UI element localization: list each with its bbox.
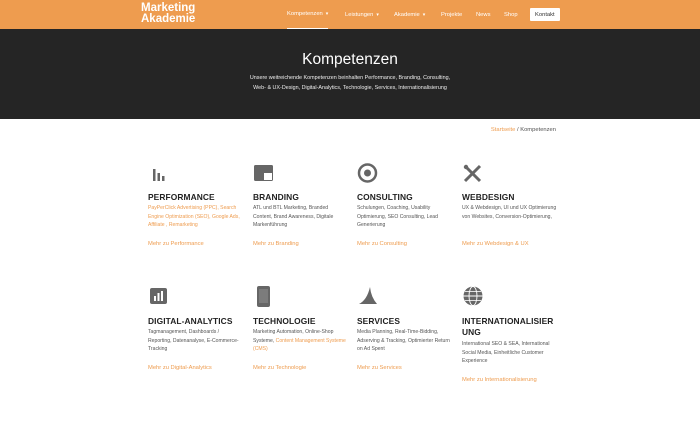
card-title: DIGITAL-ANALYTICS xyxy=(148,316,233,326)
globe-icon xyxy=(462,285,484,307)
top-navigation-bar: Marketing Akademie Kompetenzen ▾ Leistun… xyxy=(0,0,700,29)
card-title: INTERNATIONALISIER UNG xyxy=(462,316,553,338)
page-title: Kompetenzen xyxy=(302,51,398,68)
card-description: International SEO & SEA, International S… xyxy=(462,340,557,366)
nav-item-leistungen[interactable]: Leistungen ▾ xyxy=(345,0,379,29)
logo-line-2: Akademie xyxy=(141,13,196,25)
target-icon xyxy=(357,163,379,185)
card-more-link[interactable]: Mehr zu Consulting xyxy=(357,241,407,247)
breadcrumb-current: Kompetenzen xyxy=(520,127,556,133)
card-description: UX & Webdesign, UI und UX Optimierung vo… xyxy=(462,204,557,221)
mobile-icon xyxy=(253,285,275,307)
card-digital-analytics: DIGITAL-ANALYTICS Tagmanagement, Dashboa… xyxy=(148,285,243,385)
card-consulting: CONSULTING Schulungen, Coaching, Usabili… xyxy=(357,163,452,263)
hero-subtitle-line-1: Unsere weitreichende Kompetenzen beinhal… xyxy=(249,75,451,81)
card-performance: PERFORMANCE PayPerClick Advertising (PPC… xyxy=(148,163,243,263)
branding-icon xyxy=(253,163,275,185)
nav-item-label: Projekte xyxy=(441,11,463,18)
breadcrumb-home-link[interactable]: Startseite xyxy=(491,127,516,133)
hero-subtitle-line-2: Web- & UX-Design, Digital-Analytics, Tec… xyxy=(253,84,447,91)
breadcrumb: Startseite / Kompetenzen xyxy=(491,127,556,133)
nav-item-label: Shop xyxy=(504,11,518,18)
card-branding: BRANDING ATL und BTL Marketing, Branded … xyxy=(253,163,348,263)
site-logo[interactable]: Marketing Akademie xyxy=(141,2,196,25)
card-title: SERVICES xyxy=(357,316,401,326)
card-description-text: ATL und BTL Marketing, Branded Content, … xyxy=(253,205,334,229)
card-description-text: UX & Webdesign, UI und UX Optimierung vo… xyxy=(462,205,557,220)
nav-item-kompetenzen[interactable]: Kompetenzen ▾ xyxy=(287,0,329,29)
card-description-text: Tagmanagement, Dashboards / Reporting, D… xyxy=(148,329,239,353)
card-description: Media Planning, Real-Time-Bidding, Adser… xyxy=(357,328,452,354)
card-description: Marketing Automation, Online-Shop System… xyxy=(253,328,348,354)
card-description: ATL und BTL Marketing, Branded Content, … xyxy=(253,204,348,230)
card-description-text: Schulungen, Coaching, Usability Optimier… xyxy=(357,205,438,229)
card-description: Tagmanagement, Dashboards / Reporting, D… xyxy=(148,328,243,354)
card-more-link[interactable]: Mehr zu Technologie xyxy=(253,365,306,371)
nav-item-label: Kompetenzen xyxy=(287,11,323,17)
card-title: PERFORMANCE xyxy=(148,192,215,202)
card-title-line-1: INTERNATIONALISIER xyxy=(462,316,554,326)
card-description-text: PayPerClick Advertising (PPC), Search En… xyxy=(148,205,240,229)
card-description: PayPerClick Advertising (PPC), Search En… xyxy=(148,204,243,230)
nav-item-label: Leistungen xyxy=(345,11,374,18)
hero-banner: Kompetenzen Unsere weitreichende Kompete… xyxy=(0,29,700,119)
contact-button[interactable]: Kontakt xyxy=(530,8,560,21)
card-more-link[interactable]: Mehr zu Branding xyxy=(253,241,299,247)
nav-item-news[interactable]: News xyxy=(476,0,491,29)
nav-item-label: Akademie xyxy=(394,11,420,18)
card-description: Schulungen, Coaching, Usability Optimier… xyxy=(357,204,452,230)
card-more-link[interactable]: Mehr zu Performance xyxy=(148,241,204,247)
card-title-line-2: UNG xyxy=(462,327,481,337)
bar-chart-icon xyxy=(148,163,170,185)
chevron-down-icon: ▾ xyxy=(422,11,426,18)
card-description-text: Media Planning, Real-Time-Bidding, Adser… xyxy=(357,329,450,353)
nav-item-projekte[interactable]: Projekte xyxy=(441,0,462,29)
card-internationalisierung: INTERNATIONALISIER UNG International SEO… xyxy=(462,285,557,395)
card-title: CONSULTING xyxy=(357,192,413,202)
design-tools-icon xyxy=(462,163,484,185)
card-more-link[interactable]: Mehr zu Webdesign & UX xyxy=(462,241,529,247)
card-more-link[interactable]: Mehr zu Digital-Analytics xyxy=(148,365,212,371)
nav-item-label: News xyxy=(476,11,491,18)
chevron-down-icon: ▾ xyxy=(376,11,379,18)
card-title: WEBDESIGN xyxy=(462,192,515,202)
analytics-icon xyxy=(148,285,170,307)
card-title: BRANDING xyxy=(253,192,299,202)
card-services: SERVICES Media Planning, Real-Time-Biddi… xyxy=(357,285,452,385)
card-title: TECHNOLOGIE xyxy=(253,316,316,326)
shark-fin-icon xyxy=(357,285,379,307)
card-more-link[interactable]: Mehr zu Internationalisierung xyxy=(462,377,537,383)
nav-item-shop[interactable]: Shop xyxy=(504,0,518,29)
card-webdesign: WEBDESIGN UX & Webdesign, UI und UX Opti… xyxy=(462,163,557,263)
hero-subtitle: Unsere weitreichende Kompetenzen beinhal… xyxy=(245,74,455,93)
nav-item-akademie[interactable]: Akademie ▾ xyxy=(394,0,425,29)
card-more-link[interactable]: Mehr zu Services xyxy=(357,365,402,371)
card-technologie: TECHNOLOGIE Marketing Automation, Online… xyxy=(253,285,348,385)
card-description-text: International SEO & SEA, International S… xyxy=(462,341,550,365)
chevron-down-icon: ▾ xyxy=(325,11,329,17)
